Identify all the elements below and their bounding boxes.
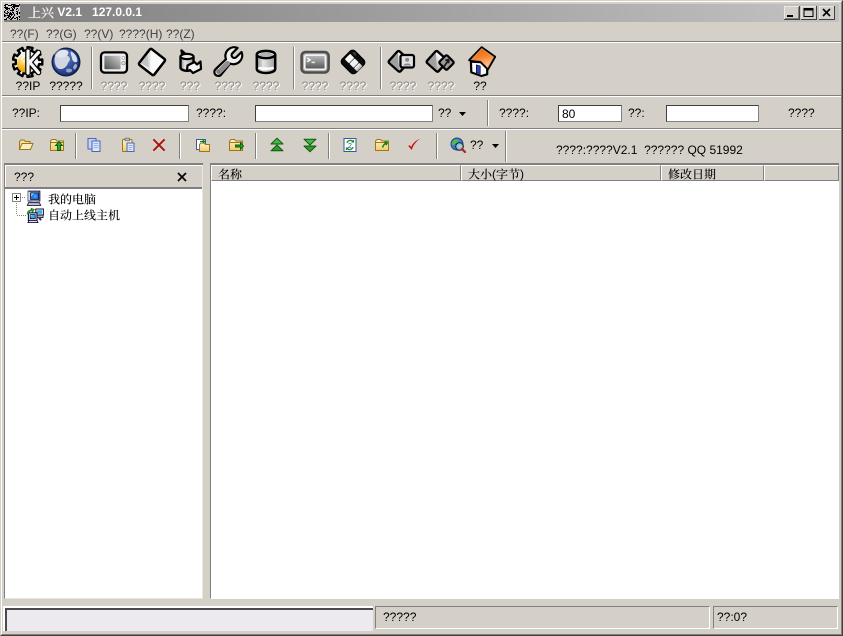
svg-text:2: 2 bbox=[348, 143, 352, 150]
